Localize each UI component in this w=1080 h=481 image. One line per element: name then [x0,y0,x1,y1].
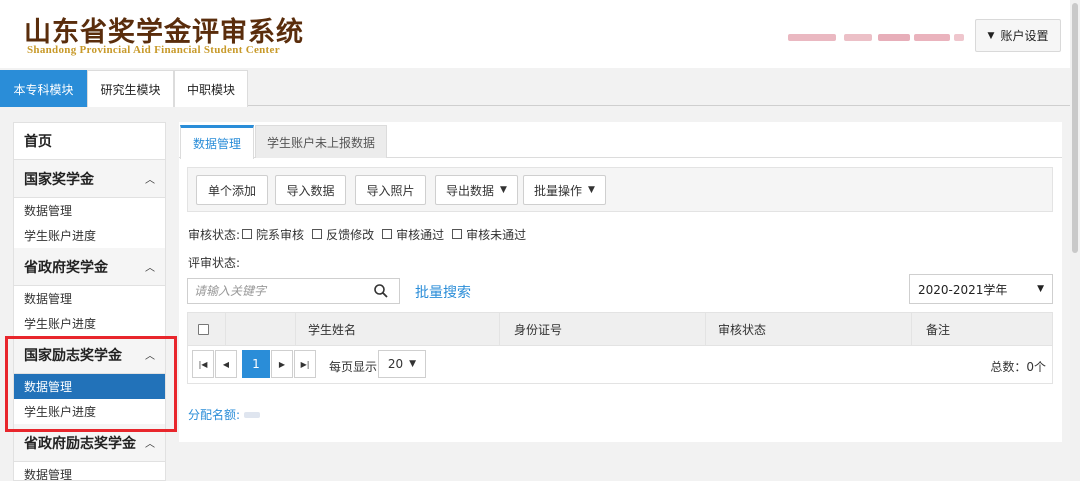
last-page-icon[interactable]: ▶| [294,350,316,378]
tab-unreported-accounts[interactable]: 学生账户未上报数据 [255,125,387,158]
caret-down-icon: ▼ [987,30,995,41]
option-label: 院系审核 [256,227,305,242]
quota-value-blurred [244,411,261,418]
sidebar-item-account-progress[interactable]: 学生账户进度 [14,223,165,248]
export-data-button[interactable]: 导出数据 ▼ [435,175,518,205]
checkbox-dept-review[interactable] [242,229,253,239]
sidebar-item-data-management[interactable]: 数据管理 [14,286,165,311]
batch-search-link[interactable]: 批量搜索 [415,282,471,302]
option-label: 审核未通过 [466,227,527,242]
per-page-select[interactable]: 20 ▼ [378,350,426,378]
search-icon[interactable] [373,283,389,299]
per-page-label: 每页显示 [329,360,378,374]
export-data-label: 导出数据 [446,183,495,198]
panel-tabs: 数据管理 学生账户未上报数据 [179,122,1062,159]
column-header-student-name: 学生姓名 [296,313,500,346]
sidebar-group-label: 省政府励志奖学金 [24,435,136,452]
import-data-button[interactable]: 导入数据 [275,175,346,205]
quota-row: 分配名额: [188,406,261,423]
review-status-label: 评审状态: [188,256,241,270]
quota-label: 分配名额: [188,408,241,422]
total-count: 总数：0个 [990,360,1046,374]
page-scrollbar[interactable] [1070,0,1080,481]
checkbox-feedback-revision[interactable] [312,229,323,239]
column-header-index [226,313,296,346]
caret-down-icon: ▼ [409,359,417,369]
option-label: 审核通过 [396,227,445,242]
tab-vocational-module[interactable]: 中职模块 [174,70,248,107]
option-label: 反馈修改 [326,227,375,242]
search-input[interactable] [194,284,374,298]
chevron-up-icon: ︿ [145,175,155,186]
tab-undergrad-module[interactable]: 本专科模块 [0,70,87,107]
audit-status-filter: 审核状态: 院系审核 反馈修改 审核通过 审核未通过 [188,226,526,242]
scrollbar-thumb[interactable] [1072,3,1078,253]
sidebar-item-home[interactable]: 首页 [14,123,165,160]
first-page-icon[interactable]: |◀ [192,350,214,378]
audit-status-label: 审核状态: [188,227,241,242]
sidebar-group-label: 省政府奖学金 [24,259,108,276]
column-header-audit-status: 审核状态 [706,313,912,346]
main-panel: 数据管理 学生账户未上报数据 单个添加 导入数据 导入照片 导出数据 ▼ 批量操… [179,122,1062,442]
sidebar-group-label: 国家奖学金 [24,171,94,188]
academic-year-value: 2020-2021学年 [918,282,1008,297]
app-subtitle: Shandong Provincial Aid Financial Studen… [27,44,280,56]
account-settings-label: 账户设置 [1000,29,1049,43]
app-header: 山东省奖学金评审系统 Shandong Provincial Aid Finan… [0,0,1080,68]
action-toolbar: 单个添加 导入数据 导入照片 导出数据 ▼ 批量操作 ▼ [187,167,1053,212]
import-photos-button[interactable]: 导入照片 [355,175,426,205]
current-page-button[interactable]: 1 [242,350,270,378]
checkbox-approved[interactable] [382,229,393,239]
account-settings-button[interactable]: ▼ 账户设置 [975,19,1061,52]
per-page-value: 20 [387,357,404,371]
academic-year-select[interactable]: 2020-2021学年 ▼ [909,274,1053,304]
sidebar-group-provincial-scholarship[interactable]: 省政府奖学金 ︿ [14,248,165,286]
tab-graduate-module[interactable]: 研究生模块 [87,70,174,107]
table-header: 学生姓名 身份证号 审核状态 备注 [187,312,1053,346]
search-box [187,278,400,304]
caret-down-icon: ▼ [1037,284,1044,294]
sidebar-item-data-management[interactable]: 数据管理 [14,198,165,223]
chevron-up-icon: ︿ [145,263,155,274]
module-tabs: 本专科模块 研究生模块 中职模块 [0,70,1080,107]
sidebar-group-national-scholarship[interactable]: 国家奖学金 ︿ [14,160,165,198]
select-all-checkbox[interactable] [198,324,209,335]
username-blurred [788,34,964,41]
tab-data-management[interactable]: 数据管理 [180,125,254,159]
caret-down-icon: ▼ [500,185,507,195]
sidebar-item-data-management[interactable]: 数据管理 [14,462,165,480]
prev-page-icon[interactable]: ◀ [215,350,237,378]
column-header-remarks: 备注 [926,323,951,337]
add-single-button[interactable]: 单个添加 [196,175,268,205]
chevron-up-icon: ︿ [145,439,155,450]
pagination-bar: |◀ ◀ 1 ▶ ▶| 每页显示 20 ▼ 总数：0个 [187,346,1053,384]
batch-operations-label: 批量操作 [534,183,583,198]
select-all-cell [188,313,226,346]
column-header-id-number: 身份证号 [500,313,706,346]
batch-operations-button[interactable]: 批量操作 ▼ [523,175,606,205]
next-page-icon[interactable]: ▶ [271,350,293,378]
sidebar-item-account-progress[interactable]: 学生账户进度 [14,311,165,336]
checkbox-rejected[interactable] [452,229,463,239]
highlight-annotation-box [5,336,177,432]
caret-down-icon: ▼ [588,185,595,195]
